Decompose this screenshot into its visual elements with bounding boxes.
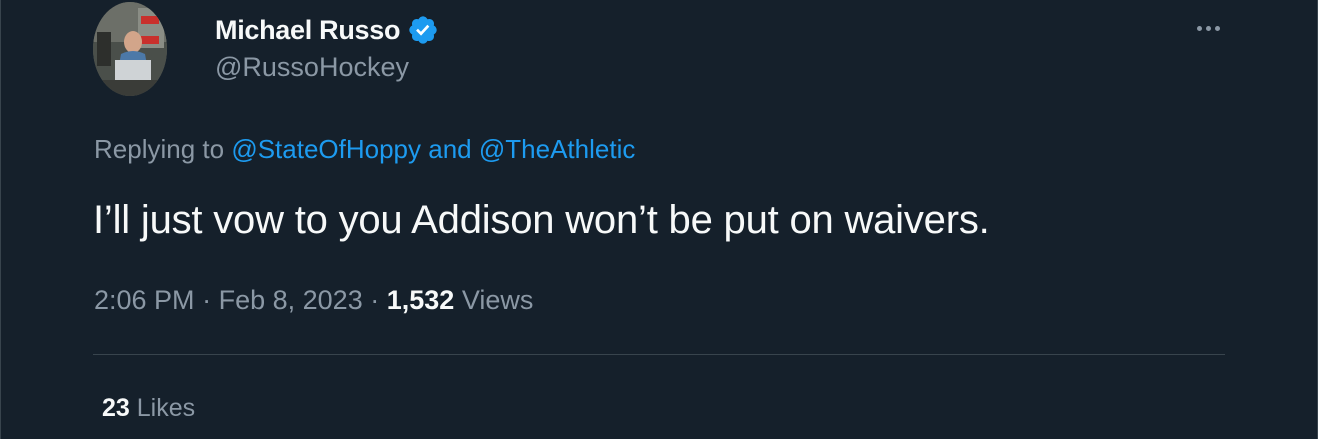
author-handle[interactable]: @RussoHockey <box>215 52 409 83</box>
likes-label: Likes <box>136 394 196 422</box>
views-label: Views <box>461 285 534 315</box>
replying-to-line: Replying to @StateOfHoppy and @TheAthlet… <box>94 134 635 165</box>
avatar-photo <box>93 2 167 96</box>
likes-link[interactable]: 23 Likes <box>102 394 195 423</box>
more-horizontal-icon <box>1196 25 1202 31</box>
replying-prefix: Replying to <box>94 134 225 164</box>
likes-count: 23 <box>102 394 130 422</box>
mention-stateofhoppy[interactable]: @StateOfHoppy <box>231 134 421 164</box>
views-count: 1,532 <box>386 285 455 315</box>
verified-badge-icon[interactable] <box>407 14 439 46</box>
more-horizontal-icon-dot <box>1214 25 1220 31</box>
meta-separator-2: · <box>370 285 380 315</box>
more-horizontal-icon-dot <box>1205 25 1211 31</box>
mention-theathletic[interactable]: @TheAthletic <box>479 134 635 164</box>
divider <box>93 354 1225 355</box>
more-options-button[interactable] <box>1191 16 1225 40</box>
display-name[interactable]: Michael Russo <box>215 15 400 46</box>
tweet-detail: Michael Russo @RussoHockey Replying to @… <box>0 0 1318 439</box>
avatar[interactable] <box>93 2 167 96</box>
author-name-row[interactable]: Michael Russo <box>215 12 439 48</box>
mention-joiner[interactable]: and <box>428 134 471 164</box>
meta-separator: · <box>202 285 212 315</box>
tweet-time[interactable]: 2:06 PM <box>94 285 195 315</box>
tweet-date[interactable]: Feb 8, 2023 <box>219 285 363 315</box>
tweet-meta: 2:06 PM · Feb 8, 2023 · 1,532 Views <box>94 285 533 316</box>
tweet-text: I’ll just vow to you Addison won’t be pu… <box>93 198 990 242</box>
